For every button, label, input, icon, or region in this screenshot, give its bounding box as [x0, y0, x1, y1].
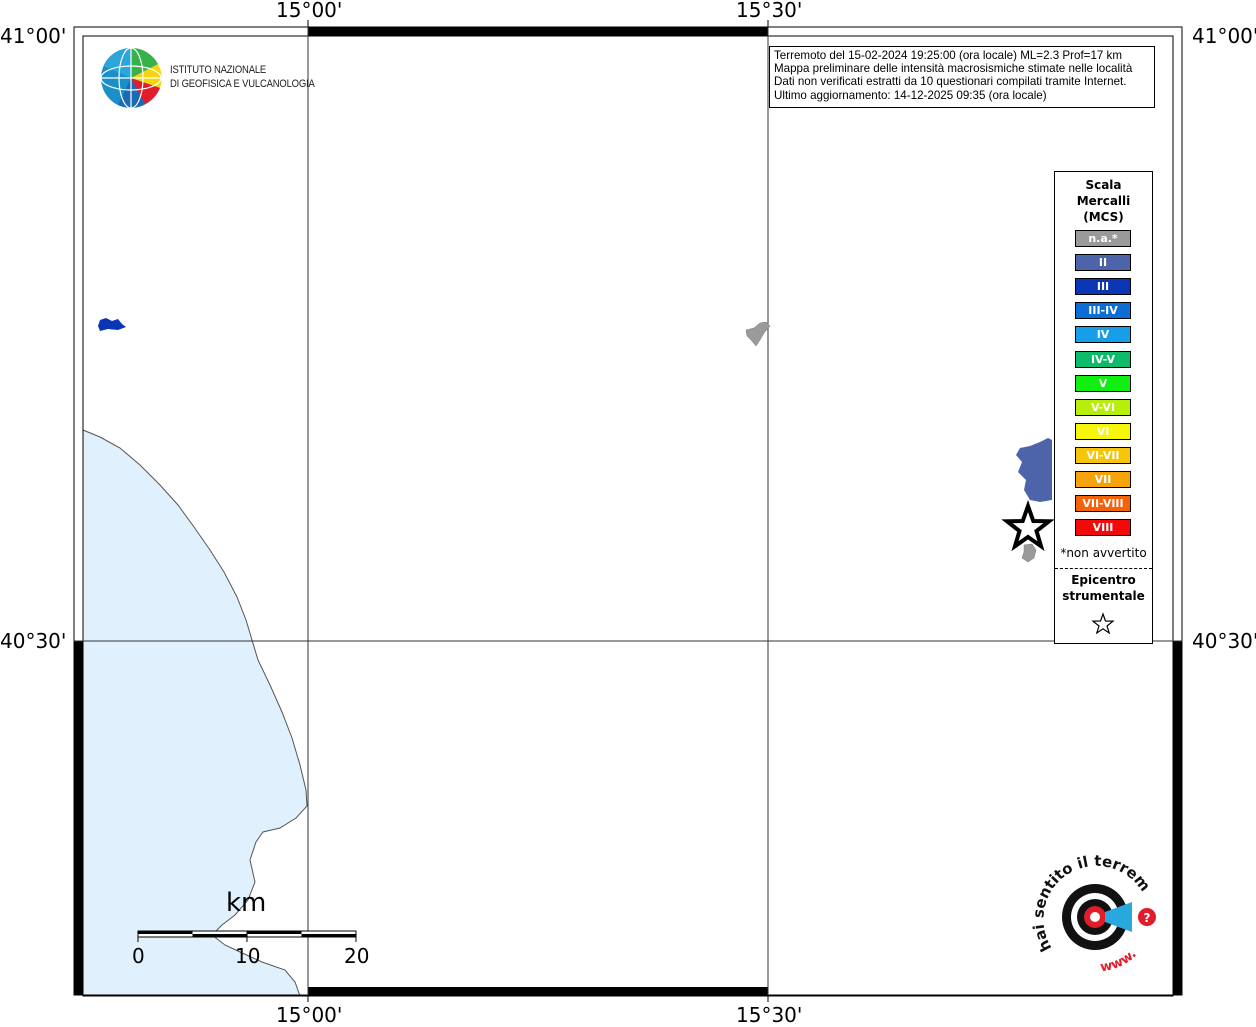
lon-label-bottom-left: 15°00' — [276, 1003, 343, 1027]
border-bar-right — [1173, 641, 1182, 995]
epicenter-star — [1001, 499, 1055, 552]
locality-not-available-1 — [745, 321, 771, 347]
info-line1: Terremoto del 15-02-2024 19:25:00 (ora l… — [774, 49, 1123, 62]
legend-item-ii: II — [1075, 254, 1131, 272]
scale-tick-20: 20 — [344, 944, 370, 968]
legend-item-iii: III — [1075, 278, 1131, 296]
locality-not-available-2 — [1021, 543, 1037, 563]
legend-star-icon — [1091, 612, 1115, 634]
legend-item-vi: VI — [1075, 422, 1131, 440]
legend-title: Scala Mercalli (MCS) — [1055, 177, 1152, 225]
border-bar-bottom — [308, 987, 768, 996]
locality-intensity-II — [1016, 438, 1052, 502]
hsit-bottom-text: www. — [1099, 947, 1139, 976]
ingv-logo-line1: ISTITUTO NAZIONALE — [170, 64, 267, 76]
legend-item-viii: VIII — [1075, 519, 1131, 537]
legend-divider — [1055, 568, 1152, 569]
scale-tick-10: 10 — [235, 944, 261, 968]
legend-note: *non avvertito — [1060, 546, 1147, 560]
border-bar-left — [74, 641, 83, 995]
legend-title-line1: Scala — [1085, 178, 1122, 192]
border-bar-top — [308, 27, 768, 36]
lon-label-top-left: 15°00' — [276, 0, 343, 22]
legend-item-iv-v: IV-V — [1075, 350, 1131, 368]
lat-label-top-right: 41°00' — [1192, 24, 1256, 48]
legend-title-line3: (MCS) — [1083, 210, 1124, 224]
event-info-box: Terremoto del 15-02-2024 19:25:00 (ora l… — [769, 46, 1155, 108]
ingv-logo-text: ISTITUTO NAZIONALE DI GEOFISICA E VULCAN… — [170, 63, 315, 91]
legend-item-iv: IV — [1075, 326, 1131, 344]
locality-intensity-III — [98, 318, 126, 331]
lon-label-top-right: 15°30' — [736, 0, 803, 22]
legend-item-v: V — [1075, 374, 1131, 392]
legend-title-line2: Mercalli — [1076, 194, 1131, 208]
legend-item-iii-iv: III-IV — [1075, 302, 1131, 320]
mcs-legend: Scala Mercalli (MCS) n.a.* II III III-IV IV I… — [1054, 171, 1153, 644]
legend-item-vii-viii: VII-VIII — [1075, 495, 1131, 513]
lat-label-top-left: 41°00' — [0, 24, 67, 48]
legend-item-v-vi: V-VI — [1075, 398, 1131, 416]
lat-label-mid-left: 40°30' — [0, 629, 67, 653]
sea-area — [82, 429, 308, 997]
info-line3: Dati non verificati estratti da 10 quest… — [774, 75, 1127, 89]
legend-item-na: n.a.* — [1075, 230, 1131, 247]
lat-label-mid-right: 40°30' — [1192, 629, 1256, 653]
ingv-logo-line2: DI GEOFISICA E VULCANOLOGIA — [170, 78, 315, 90]
lon-label-bottom-right: 15°30' — [736, 1003, 803, 1027]
legend-epi-line1: Epicentro — [1071, 573, 1136, 587]
svg-text:?: ? — [1144, 911, 1151, 925]
scale-tick-0: 0 — [132, 944, 145, 968]
legend-epicenter-label: Epicentro strumentale — [1055, 572, 1152, 604]
legend-item-vi-vii: VI-VII — [1075, 446, 1131, 464]
scale-unit-label: km — [226, 888, 267, 918]
info-line2: Mappa preliminare delle intensità macros… — [774, 62, 1133, 76]
svg-text:www.: www. — [1099, 947, 1139, 976]
ingv-logo-icon — [100, 47, 162, 109]
legend-item-vii: VII — [1075, 471, 1131, 488]
info-line4: Ultimo aggiornamento: 14-12-2025 09:35 (… — [774, 88, 1047, 102]
legend-epi-line2: strumentale — [1062, 589, 1145, 603]
